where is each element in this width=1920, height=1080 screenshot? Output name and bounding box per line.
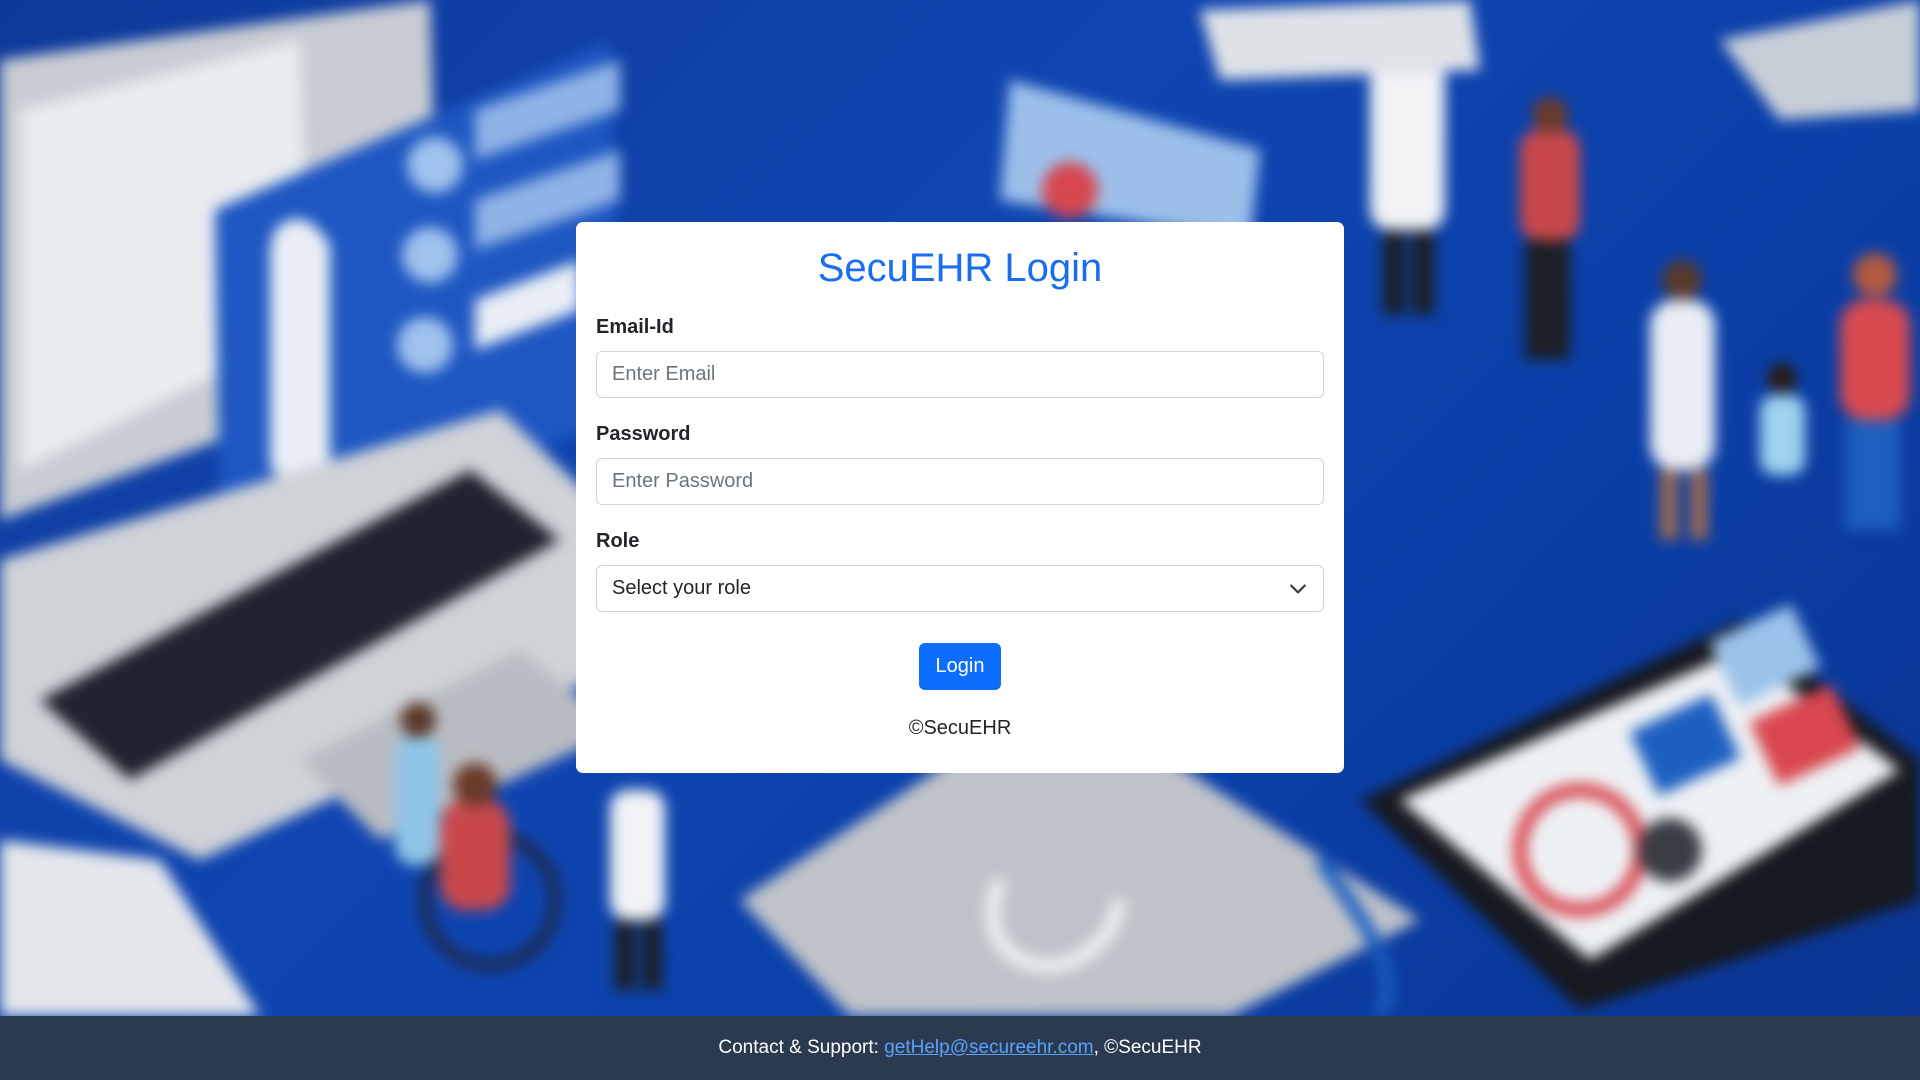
card-copyright: ©SecuEHR (908, 717, 1012, 739)
role-select-value: Select your role (612, 577, 751, 599)
footer: Contact & Support: getHelp@secureehr.com… (0, 1016, 1920, 1080)
email-group: Email-Id (596, 315, 1324, 398)
footer-contact-label: Contact & Support: (718, 1037, 885, 1058)
password-field[interactable] (596, 458, 1324, 505)
role-select[interactable]: Select your role (596, 565, 1324, 612)
role-label: Role (596, 530, 640, 552)
login-page: SecuEHR Login Email-Id Password Role Sel… (0, 0, 1920, 1080)
footer-copyright: , ©SecuEHR (1093, 1037, 1202, 1058)
email-label: Email-Id (596, 316, 674, 338)
login-button[interactable]: Login (919, 643, 1001, 690)
login-card: SecuEHR Login Email-Id Password Role Sel… (576, 222, 1344, 773)
chevron-down-icon (1290, 584, 1306, 594)
password-label: Password (596, 423, 691, 445)
password-group: Password (596, 422, 1324, 505)
role-group: Role Select your role (596, 529, 1324, 612)
support-email-link[interactable]: getHelp@secureehr.com (884, 1037, 1093, 1058)
login-title: SecuEHR Login (817, 246, 1103, 290)
email-field[interactable] (596, 351, 1324, 398)
